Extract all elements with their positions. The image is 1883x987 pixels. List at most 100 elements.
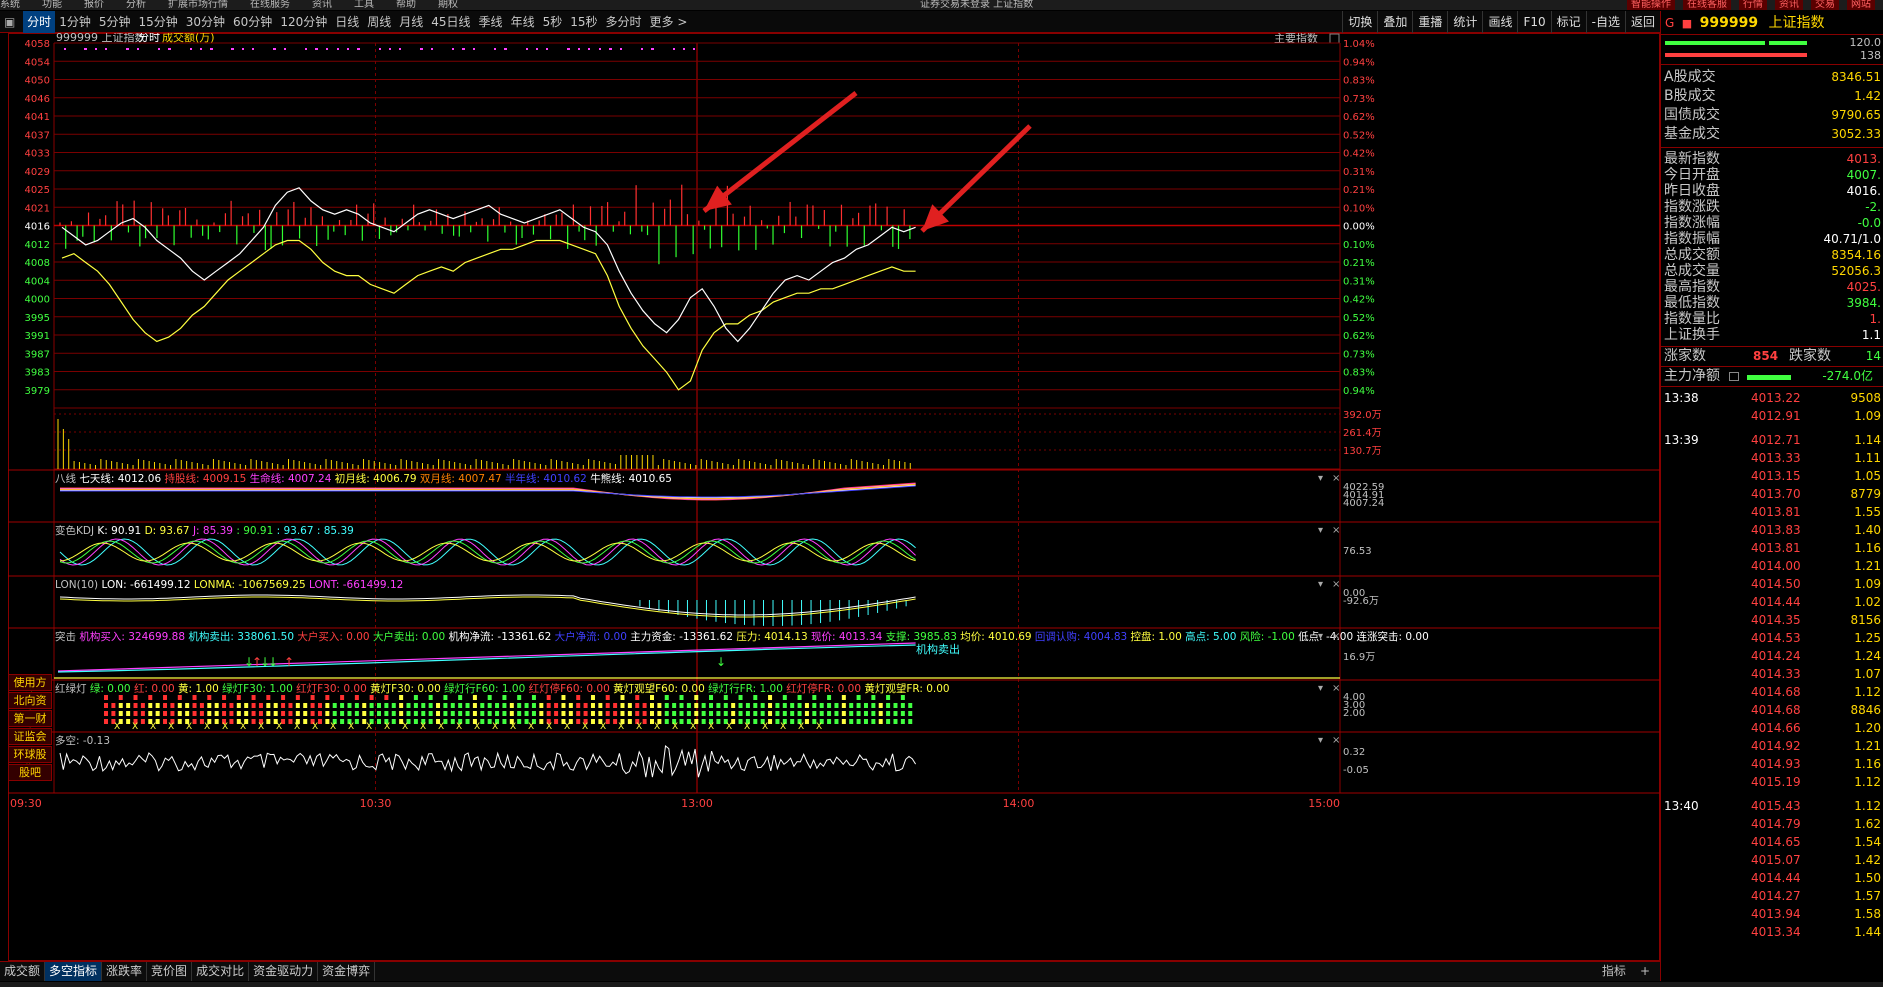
period-tab[interactable]: 季线 bbox=[475, 11, 507, 33]
pane-menu-icon[interactable]: ▾ bbox=[1318, 735, 1323, 746]
indicator-legend[interactable]: 多空: -0.13 bbox=[55, 734, 110, 747]
light-cell bbox=[576, 711, 581, 716]
period-tab[interactable]: 月线 bbox=[395, 11, 427, 33]
window-icon[interactable]: ▣ bbox=[0, 11, 19, 33]
period-tab[interactable]: 更多 > bbox=[646, 11, 692, 33]
light-cell bbox=[502, 719, 507, 724]
tick-list[interactable]: 13:38 4013.22 9508 4012.91 1.09 13:39 4012.71 1… bbox=[1661, 387, 1883, 941]
side-button[interactable]: 使用方法 bbox=[8, 674, 52, 704]
indicator-legend[interactable]: 突击 机构买入: 324699.88 机构卖出: 338061.50 大户买入:… bbox=[55, 630, 1429, 643]
menu-item[interactable]: 系统 bbox=[0, 0, 20, 10]
pane-scale: 0.32 bbox=[1343, 747, 1365, 758]
period-tab[interactable]: 15秒 bbox=[566, 11, 601, 33]
indicator-legend[interactable]: LON(10) LON: -661499.12 LONMA: -1067569.… bbox=[55, 579, 403, 591]
period-tab[interactable]: 1分钟 bbox=[55, 11, 95, 33]
tool-button[interactable]: -自选 bbox=[1585, 11, 1625, 33]
period-tab[interactable]: 120分钟 bbox=[276, 11, 331, 33]
pane-close-icon[interactable]: × bbox=[1332, 525, 1340, 536]
intraday-chart[interactable]: 999999 上证指数分时 成交额(万) 主要指数4058 1.04%4054 0.94… bbox=[8, 33, 1660, 961]
menu-item[interactable]: 帮助 bbox=[396, 0, 416, 10]
period-tab[interactable]: 年线 bbox=[507, 11, 539, 33]
menu-item[interactable]: 功能 bbox=[42, 0, 62, 10]
indicator-legend[interactable]: 八线 七天线: 4012.06 持股线: 4009.15 生命线: 4007.2… bbox=[55, 472, 672, 485]
pane-menu-icon[interactable]: ▾ bbox=[1318, 525, 1323, 536]
side-button[interactable]: 股吧 bbox=[8, 764, 52, 781]
side-button[interactable]: 环球股指 bbox=[8, 746, 52, 776]
light-cell bbox=[834, 711, 839, 716]
quote-title: G ■ 999999 上证指数 bbox=[1661, 11, 1883, 35]
light-cell bbox=[760, 711, 765, 716]
menu-right-button[interactable]: 在线客服 bbox=[1683, 0, 1731, 10]
indicator-tool[interactable]: + bbox=[1640, 964, 1650, 978]
period-tab[interactable]: 60分钟 bbox=[229, 11, 276, 33]
period-tab[interactable]: 日线 bbox=[331, 11, 363, 33]
pane-menu-icon[interactable]: ▾ bbox=[1318, 579, 1323, 590]
tool-button[interactable]: 画线 bbox=[1482, 11, 1517, 33]
light-mark: X bbox=[204, 722, 210, 732]
tool-button[interactable]: 统计 bbox=[1447, 11, 1482, 33]
period-tab[interactable]: 5分钟 bbox=[95, 11, 135, 33]
tool-button[interactable]: 叠加 bbox=[1377, 11, 1412, 33]
period-tab[interactable]: 15分钟 bbox=[134, 11, 181, 33]
pane-close-icon[interactable]: × bbox=[1332, 683, 1340, 694]
tick-volume: 1.57 bbox=[1854, 889, 1881, 903]
side-button[interactable]: 证监会 bbox=[8, 728, 52, 745]
pane-menu-icon[interactable]: ▾ bbox=[1318, 473, 1323, 484]
light-cell bbox=[709, 711, 714, 716]
period-tab[interactable]: 多分时 bbox=[602, 11, 646, 33]
indicator-legend[interactable]: 红绿灯 绿: 0.00 红: 0.00 黄: 1.00 绿灯F30: 1.00 … bbox=[55, 682, 950, 695]
indicator-value: 大户买入: 0.00 bbox=[297, 630, 373, 643]
pane-menu-icon[interactable]: ▾ bbox=[1318, 631, 1323, 642]
period-tab[interactable]: 30分钟 bbox=[182, 11, 229, 33]
menu-right-button[interactable]: 资讯 bbox=[1775, 0, 1803, 10]
indicator-tool[interactable]: 指标 bbox=[1602, 964, 1626, 978]
period-tab[interactable]: 5秒 bbox=[539, 11, 567, 33]
tool-button[interactable]: F10 bbox=[1517, 11, 1550, 33]
menu-item[interactable]: 资讯 bbox=[312, 0, 332, 10]
period-tab[interactable]: 周线 bbox=[363, 11, 395, 33]
indicator-legend[interactable]: 变色KDJ K: 90.91 D: 93.67 J: 85.39 : 90.91… bbox=[55, 524, 354, 537]
indicator-tab[interactable]: 竞价图 bbox=[147, 962, 193, 981]
collapse-icon[interactable] bbox=[1329, 33, 1340, 44]
tool-button[interactable]: 返回 bbox=[1624, 11, 1660, 33]
light-cell bbox=[568, 703, 573, 708]
menu-item[interactable]: 分析 bbox=[126, 0, 146, 10]
tool-button[interactable]: 标记 bbox=[1550, 11, 1586, 33]
pane-close-icon[interactable]: × bbox=[1332, 473, 1340, 484]
row-value: 4007. bbox=[1846, 168, 1881, 182]
signal-dot bbox=[231, 48, 233, 50]
indicator-tab[interactable]: 成交额 bbox=[0, 962, 46, 981]
menu-item[interactable]: 在线服务 bbox=[250, 0, 290, 10]
side-button[interactable]: 北向资金 bbox=[8, 692, 52, 722]
indicator-tab[interactable]: 多空指标 bbox=[45, 962, 103, 981]
period-tab[interactable]: 45日线 bbox=[427, 11, 474, 33]
pane-close-icon[interactable]: × bbox=[1332, 579, 1340, 590]
menu-right-button[interactable]: 交易 bbox=[1811, 0, 1839, 10]
menu-item[interactable]: 扩展市场行情 bbox=[168, 0, 228, 10]
menu-right-button[interactable]: 智能操作 bbox=[1627, 0, 1675, 10]
menu-item[interactable]: 期权 bbox=[438, 0, 458, 10]
menu-right-button[interactable]: 网站 bbox=[1847, 0, 1875, 10]
light-cell bbox=[886, 695, 891, 700]
light-cell bbox=[317, 711, 322, 716]
light-cell bbox=[886, 711, 891, 716]
light-cell bbox=[738, 711, 743, 716]
light-cell bbox=[583, 703, 588, 708]
indicator-tab[interactable]: 涨跌率 bbox=[102, 962, 148, 981]
menu-right-button[interactable]: 行情 bbox=[1739, 0, 1767, 10]
pane-menu-icon[interactable]: ▾ bbox=[1318, 683, 1323, 694]
menu-item[interactable]: 报价 bbox=[84, 0, 104, 10]
indicator-tab[interactable]: 资金博弈 bbox=[318, 962, 376, 981]
period-tab[interactable]: 分时 bbox=[23, 11, 56, 33]
indicator-tab[interactable]: 资金驱动力 bbox=[249, 962, 319, 981]
tool-button[interactable]: 切换 bbox=[1342, 11, 1377, 33]
pane-close-icon[interactable]: × bbox=[1332, 631, 1340, 642]
tool-button[interactable]: 重播 bbox=[1412, 11, 1447, 33]
menu-right-buttons[interactable]: 智能操作 在线客服 行情 资讯 交易 网站 bbox=[1627, 0, 1883, 10]
light-cell bbox=[472, 711, 477, 716]
indicator-tab[interactable]: 成交对比 bbox=[192, 962, 250, 981]
side-button[interactable]: 第一财金 bbox=[8, 710, 52, 740]
light-cell bbox=[605, 703, 610, 708]
pane-close-icon[interactable]: × bbox=[1332, 735, 1340, 746]
menu-item[interactable]: 工具 bbox=[354, 0, 374, 10]
